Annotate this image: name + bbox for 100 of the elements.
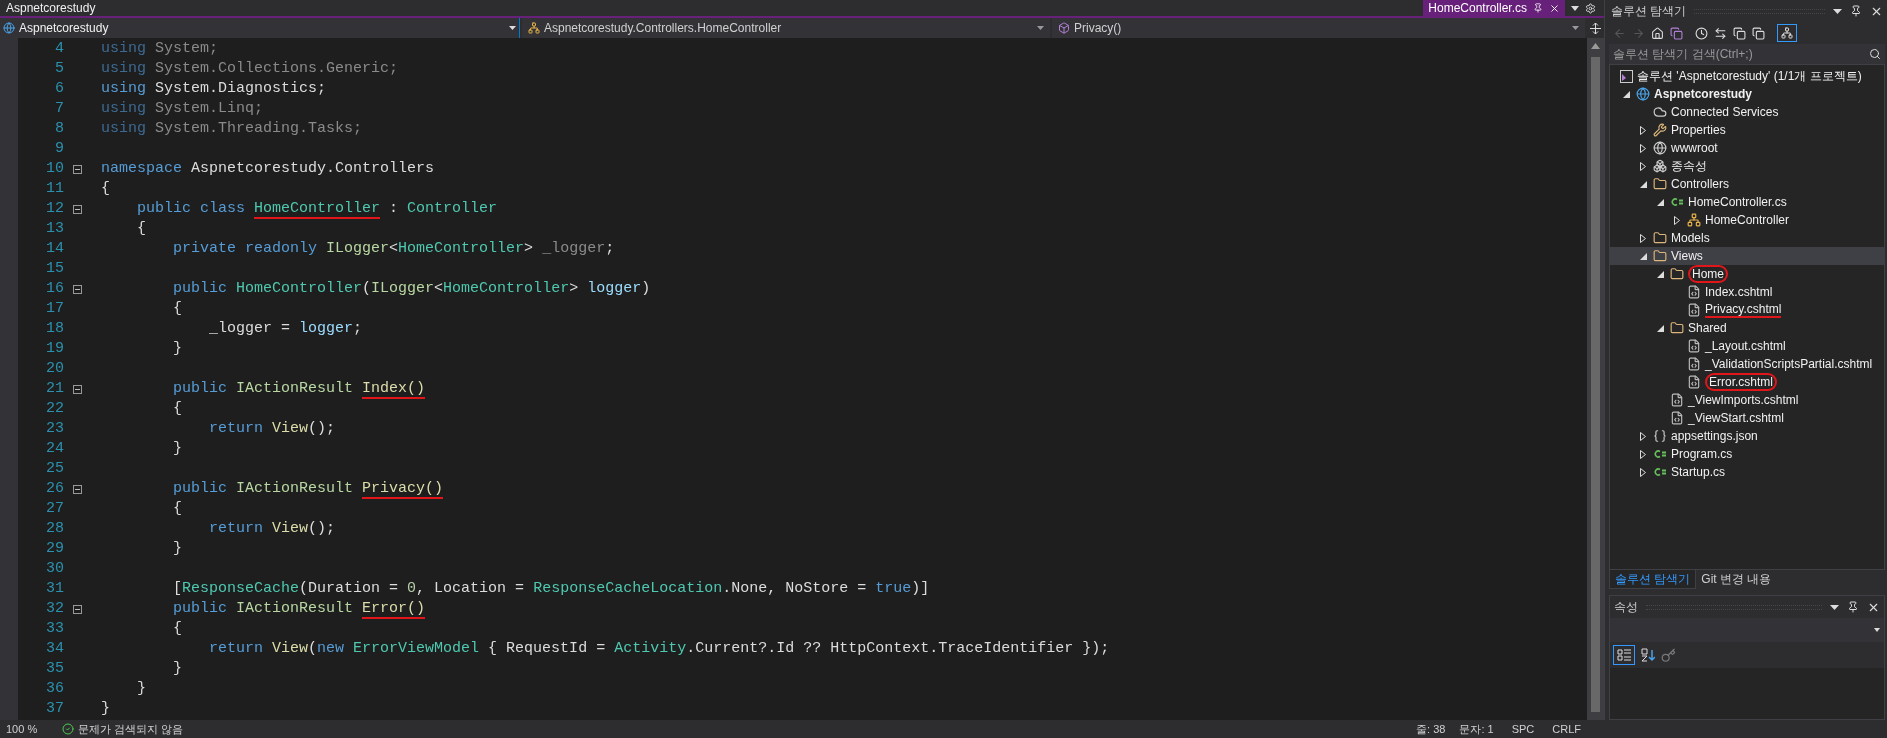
- collapsed-arrow-icon[interactable]: [1640, 143, 1646, 153]
- line-number: 23: [45, 418, 64, 439]
- line-number: 21: [45, 378, 64, 399]
- expanded-arrow-icon[interactable]: [1639, 252, 1647, 260]
- line-number: 28: [45, 518, 64, 539]
- expanded-arrow-icon[interactable]: [1656, 198, 1664, 206]
- scroll-up-icon[interactable]: [1591, 43, 1600, 49]
- collapsed-arrow-icon[interactable]: [1674, 215, 1680, 225]
- panel-tab[interactable]: 솔루션 탐색기: [1609, 570, 1697, 589]
- tree-item[interactable]: _ViewImports.cshtml: [1610, 391, 1884, 409]
- home-icon[interactable]: [1651, 26, 1664, 40]
- sort-alphabetical-icon[interactable]: [1641, 648, 1655, 662]
- line-number: 5: [54, 58, 64, 79]
- expanded-arrow-icon[interactable]: [1622, 90, 1630, 98]
- tree-item[interactable]: Views: [1610, 247, 1884, 265]
- preview-button[interactable]: [1777, 24, 1797, 42]
- tree-item[interactable]: Aspnetcorestudy: [1610, 85, 1884, 103]
- code-line: {: [101, 178, 110, 199]
- whitespace-indicator[interactable]: SPC: [1511, 720, 1535, 738]
- collapse-icon[interactable]: [72, 284, 82, 294]
- collapsed-arrow-icon[interactable]: [1640, 449, 1646, 459]
- tree-item[interactable]: _ValidationScriptsPartial.cshtml: [1610, 355, 1884, 373]
- code-line: return View();: [208, 418, 336, 439]
- dependencies-icon: [1653, 159, 1667, 173]
- tree-item[interactable]: Error.cshtml: [1610, 373, 1884, 391]
- tree-item[interactable]: 종속성: [1610, 157, 1884, 175]
- tree-item-label: _ValidationScriptsPartial.cshtml: [1705, 357, 1873, 371]
- tree-item[interactable]: Shared: [1610, 319, 1884, 337]
- tree-item[interactable]: _Layout.cshtml: [1610, 337, 1884, 355]
- pending-changes-icon[interactable]: [1695, 26, 1708, 40]
- collapsed-arrow-icon[interactable]: [1640, 431, 1646, 441]
- zoom-level[interactable]: 100 %: [6, 720, 54, 738]
- line-number: 34: [45, 638, 64, 659]
- pin-icon[interactable]: [1850, 5, 1862, 17]
- tree-item[interactable]: Connected Services: [1610, 103, 1884, 121]
- razor-file-icon: [1687, 285, 1701, 299]
- tree-item[interactable]: HomeController.cs: [1610, 193, 1884, 211]
- code-line: using System;: [101, 38, 219, 59]
- expanded-arrow-icon[interactable]: [1656, 324, 1664, 332]
- code-line: }: [172, 338, 182, 359]
- tree-item[interactable]: wwwroot: [1610, 139, 1884, 157]
- expanded-arrow-icon[interactable]: [1639, 180, 1647, 188]
- member-dropdown[interactable]: Privacy(): [1052, 18, 1585, 38]
- tree-item[interactable]: _ViewStart.cshtml: [1610, 409, 1884, 427]
- tree-item[interactable]: HomeController: [1610, 211, 1884, 229]
- line-number: 36: [45, 678, 64, 699]
- tree-item[interactable]: Home: [1610, 265, 1884, 283]
- caret-icon: [1874, 628, 1880, 632]
- collapse-icon[interactable]: [72, 384, 82, 394]
- tree-item[interactable]: Program.cs: [1610, 445, 1884, 463]
- razor-file-icon: [1670, 393, 1684, 407]
- tree-item[interactable]: Models: [1610, 229, 1884, 247]
- collapsed-arrow-icon[interactable]: [1640, 161, 1646, 171]
- collapse-icon[interactable]: [72, 484, 82, 494]
- code-line: {: [172, 298, 182, 319]
- key-icon[interactable]: [1661, 647, 1676, 663]
- type-dropdown[interactable]: Aspnetcorestudy.Controllers.HomeController: [522, 18, 1050, 38]
- code-line: }: [136, 678, 146, 699]
- collapsed-arrow-icon[interactable]: [1640, 233, 1646, 243]
- tree-item[interactable]: Index.cshtml: [1610, 283, 1884, 301]
- search-field[interactable]: 솔루션 탐색기 검색(Ctrl+;): [1609, 44, 1865, 64]
- tree-item[interactable]: Startup.cs: [1610, 463, 1884, 481]
- panel-tab[interactable]: Git 변경 내용: [1696, 570, 1777, 589]
- pin-icon[interactable]: [1533, 3, 1543, 13]
- collapse-icon[interactable]: [72, 204, 82, 214]
- sync-icon[interactable]: [1714, 26, 1727, 40]
- tree-item[interactable]: Controllers: [1610, 175, 1884, 193]
- collapse-icon[interactable]: [72, 604, 82, 614]
- file-tab[interactable]: HomeController.cs: [1423, 0, 1565, 16]
- dropdown-icon[interactable]: [1830, 604, 1839, 610]
- project-dropdown[interactable]: Aspnetcorestudy: [0, 18, 520, 38]
- issues-status[interactable]: 문제가 검색되지 않음: [78, 720, 184, 738]
- dropdown-icon[interactable]: [1571, 5, 1579, 11]
- close-icon[interactable]: [1549, 2, 1560, 14]
- tree-item-label: 종속성: [1671, 159, 1707, 173]
- dropdown-icon[interactable]: [1833, 8, 1842, 14]
- window-title: Aspnetcorestudy: [5, 0, 97, 17]
- pin-icon[interactable]: [1847, 601, 1859, 613]
- code-line: public class HomeController : Controller: [136, 198, 498, 221]
- collapsed-arrow-icon[interactable]: [1640, 467, 1646, 477]
- line-ending-indicator[interactable]: CRLF: [1552, 720, 1581, 738]
- tree-item[interactable]: Properties: [1610, 121, 1884, 139]
- expanded-arrow-icon[interactable]: [1656, 270, 1664, 278]
- split-icon: [1590, 22, 1601, 34]
- code-line: using System.Linq;: [101, 98, 264, 119]
- line-number: 24: [45, 438, 64, 459]
- line-number: 22: [45, 398, 64, 419]
- code-line: {: [172, 398, 182, 419]
- settings-icon[interactable]: [1585, 2, 1596, 14]
- search-button[interactable]: [1865, 44, 1885, 64]
- categorized-button[interactable]: [1613, 645, 1635, 665]
- collapsed-arrow-icon[interactable]: [1640, 125, 1646, 135]
- vertical-scrollbar[interactable]: [1587, 38, 1604, 720]
- collapse-icon[interactable]: [72, 164, 82, 174]
- line-number: 14: [45, 238, 64, 259]
- folder-icon: [1653, 231, 1667, 245]
- line-number: 7: [54, 98, 64, 119]
- tree-item[interactable]: Privacy.cshtml: [1610, 301, 1884, 319]
- tree-item-label: Views: [1671, 249, 1703, 263]
- tree-item[interactable]: appsettings.json: [1610, 427, 1884, 445]
